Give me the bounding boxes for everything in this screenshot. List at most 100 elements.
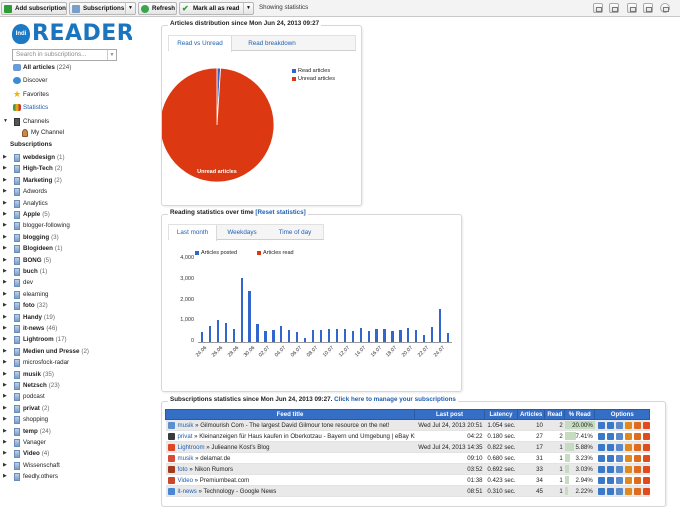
bar-articles-posted[interactable] (327, 328, 331, 342)
option-icon[interactable] (597, 455, 605, 462)
col-pct-read[interactable]: % Read (564, 409, 596, 420)
bar-articles-posted[interactable] (224, 322, 227, 342)
option-icon[interactable] (642, 422, 650, 429)
feed-folder-link[interactable]: musik (178, 422, 194, 429)
subscriptions-button[interactable]: Subscriptions ▼ (69, 2, 136, 15)
table-row[interactable]: Lightroom » Julieanne Kost's Blog Wed Jul… (165, 441, 650, 453)
option-icon[interactable] (606, 488, 614, 495)
bar-articles-posted[interactable] (200, 332, 204, 342)
sidebar-subscription-item[interactable]: ▶ blogger-following (3, 220, 131, 231)
sidebar-subscription-item[interactable]: ▶ feedly.others (3, 471, 131, 482)
option-icon[interactable] (642, 488, 650, 495)
expand-triangle-icon[interactable]: ▶ (3, 277, 7, 288)
expand-triangle-icon[interactable]: ▶ (3, 369, 7, 380)
option-icon[interactable] (633, 444, 641, 451)
table-row[interactable]: foto » Nikon Rumors 03:52 0.692 sec. 33 1 3.0… (165, 463, 650, 475)
col-read[interactable]: Read (544, 409, 566, 420)
option-icon[interactable] (633, 422, 641, 429)
bar-articles-posted[interactable] (438, 309, 442, 342)
sidebar-subscription-item[interactable]: ▶ Apple (5) (3, 209, 131, 220)
bar-articles-posted[interactable] (431, 327, 434, 342)
expand-triangle-icon[interactable]: ▶ (3, 255, 7, 266)
channel-item-my-channel[interactable]: My Channel (14, 127, 124, 138)
tab-read-breakdown[interactable]: Read breakdown (232, 36, 312, 51)
channels-group[interactable]: ▼ Channels (3, 116, 131, 127)
sidebar-subscription-item[interactable]: ▶ Lightroom (17) (3, 334, 131, 345)
expand-triangle-icon[interactable]: ▶ (3, 220, 7, 231)
expand-triangle-icon[interactable]: ▶ (3, 289, 7, 300)
option-icon[interactable] (633, 477, 641, 484)
layout-list-icon[interactable] (593, 3, 603, 13)
sidebar-subscription-item[interactable]: ▶ BONG (5) (3, 255, 131, 266)
sidebar-subscription-item[interactable]: ▶ Adwords (3, 186, 131, 197)
option-icon[interactable] (615, 455, 623, 462)
expand-triangle-icon[interactable]: ▶ (3, 152, 7, 163)
option-icon[interactable] (615, 433, 623, 440)
option-icon[interactable] (606, 422, 614, 429)
option-icon[interactable] (615, 466, 623, 473)
option-icon[interactable] (597, 488, 605, 495)
sidebar-subscription-item[interactable]: ▶ podcast (3, 391, 131, 402)
bar-articles-posted[interactable] (351, 331, 354, 342)
option-icon[interactable] (597, 466, 605, 473)
table-row[interactable]: Video » Premiumbeat.com 01:38 0.423 sec. 34… (165, 474, 650, 486)
option-icon[interactable] (624, 444, 632, 451)
sidebar-subscription-item[interactable]: ▶ it-news (46) (3, 323, 131, 334)
feed-title-text[interactable]: Premiumbeat.com (200, 477, 249, 484)
option-icon[interactable] (624, 477, 632, 484)
option-icon[interactable] (624, 433, 632, 440)
feed-folder-link[interactable]: Video (178, 477, 193, 484)
table-row[interactable]: musik » delamar.de 09:10 0.680 sec. 31 1 3.23… (165, 452, 650, 464)
option-icon[interactable] (633, 455, 641, 462)
feed-folder-link[interactable]: it-news (178, 488, 197, 495)
expand-triangle-icon[interactable]: ▶ (3, 471, 7, 482)
sidebar-subscription-item[interactable]: ▶ elearning (3, 289, 131, 300)
option-icon[interactable] (615, 444, 623, 451)
bar-articles-posted[interactable] (423, 334, 426, 342)
layout-full-icon[interactable] (627, 3, 637, 13)
col-last-post[interactable]: Last post (414, 409, 485, 420)
sidebar-subscription-item[interactable]: ▶ Medien und Presse (2) (3, 346, 131, 357)
sidebar-subscription-item[interactable]: ▶ Video (4) (3, 448, 131, 459)
bar-articles-posted[interactable] (280, 325, 283, 342)
sidebar-subscription-item[interactable]: ▶ blogging (3) (3, 232, 131, 243)
option-icon[interactable] (615, 488, 623, 495)
sidebar-subscription-item[interactable]: ▶ Marketing (2) (3, 175, 131, 186)
bar-articles-posted[interactable] (240, 278, 243, 342)
option-icon[interactable] (597, 444, 605, 451)
col-feed-title[interactable]: Feed title (165, 409, 415, 420)
expand-triangle-icon[interactable]: ▶ (3, 163, 7, 174)
bar-articles-posted[interactable] (264, 331, 267, 342)
sidebar-subscription-item[interactable]: ▶ webdesign (1) (3, 152, 131, 163)
option-icon[interactable] (606, 455, 614, 462)
mark-all-read-button[interactable]: ✔ Mark all as read ▼ (179, 2, 254, 15)
option-icon[interactable] (606, 477, 614, 484)
table-row[interactable]: it-news » Technology - Google News 08:51 0… (165, 485, 650, 497)
bar-articles-posted[interactable] (304, 337, 307, 342)
bar-articles-posted[interactable] (359, 328, 362, 342)
expand-triangle-icon[interactable]: ▶ (3, 380, 7, 391)
bar-articles-posted[interactable] (248, 291, 251, 342)
refresh-button[interactable]: Refresh (138, 2, 177, 15)
option-icon[interactable] (606, 433, 614, 440)
expand-triangle-icon[interactable]: ▶ (3, 323, 7, 334)
bar-articles-posted[interactable] (208, 326, 211, 342)
expand-triangle-icon[interactable]: ▶ (3, 334, 7, 345)
feed-folder-link[interactable]: foto (178, 466, 188, 473)
sidebar-subscription-item[interactable]: ▶ Netzsch (23) (3, 380, 131, 391)
bar-articles-posted[interactable] (288, 330, 291, 342)
expand-triangle-icon[interactable]: ▶ (3, 186, 7, 197)
sidebar-subscription-item[interactable]: ▶ microsfock-radar (3, 357, 131, 368)
expand-triangle-icon[interactable]: ▶ (3, 346, 7, 357)
expand-triangle-icon[interactable]: ▶ (3, 357, 7, 368)
collapse-triangle-icon[interactable]: ▼ (3, 116, 8, 127)
bar-articles-posted[interactable] (446, 333, 450, 342)
sidebar-subscription-item[interactable]: ▶ shopping (3, 414, 131, 425)
sidebar-subscription-item[interactable]: ▶ dev (3, 277, 131, 288)
expand-triangle-icon[interactable]: ▶ (3, 426, 7, 437)
bar-articles-posted[interactable] (296, 332, 299, 342)
option-icon[interactable] (615, 477, 623, 484)
option-icon[interactable] (624, 466, 632, 473)
feed-folder-link[interactable]: musik (178, 455, 194, 462)
chevron-down-icon[interactable]: ▼ (243, 3, 253, 14)
